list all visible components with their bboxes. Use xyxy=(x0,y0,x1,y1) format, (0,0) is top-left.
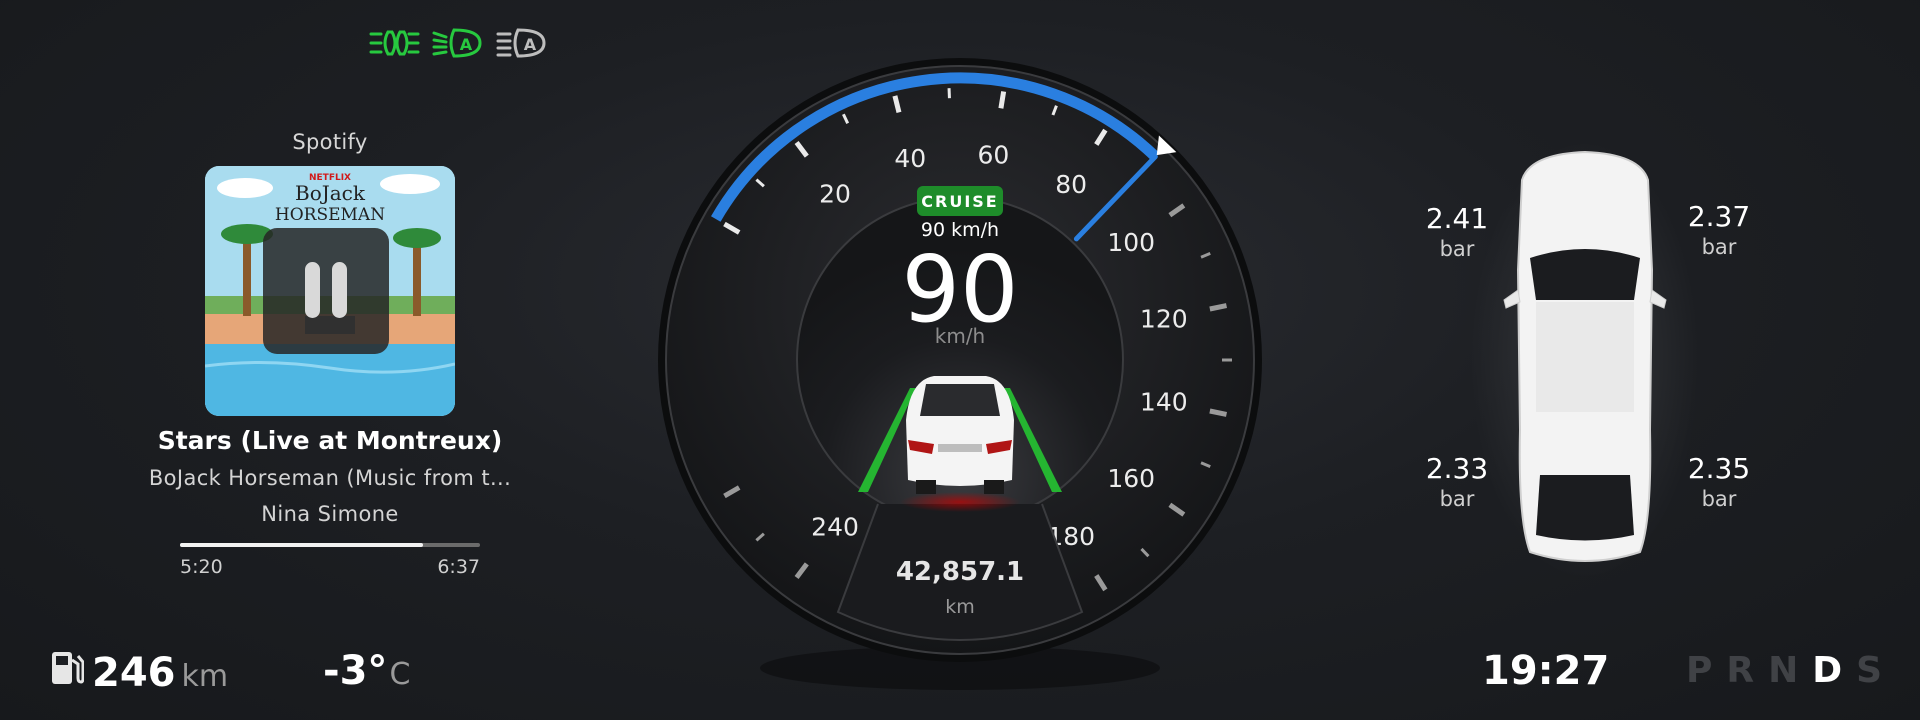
speed-tick xyxy=(998,91,1007,109)
speed-tick-label: 120 xyxy=(1140,304,1188,333)
speedometer: 20406080100120140160180200220240 CRUISE … xyxy=(658,58,1262,690)
pause-icon xyxy=(305,262,320,318)
album-title: BoJack Horseman (Music from t... xyxy=(148,466,512,490)
track-title: Stars (Live at Montreux) xyxy=(157,426,503,455)
range-value: 246 xyxy=(92,650,176,696)
speed-tick-label: 60 xyxy=(977,141,1009,170)
playback-progress-fill xyxy=(180,543,423,547)
cruise-label: CRUISE xyxy=(921,192,998,211)
album-art-title-1: BoJack xyxy=(295,181,366,205)
clock: 19:27 xyxy=(1482,648,1610,694)
pause-icon-bar xyxy=(332,262,347,318)
total-time: 6:37 xyxy=(437,556,480,578)
speed-tick-label: 20 xyxy=(819,180,851,209)
speed-tick-label: 240 xyxy=(811,512,859,541)
album-art[interactable]: NETFLIX BoJack HORSEMAN xyxy=(205,166,455,416)
gear-s: S xyxy=(1856,650,1883,691)
svg-text:A: A xyxy=(460,35,473,54)
media-player: Spotify NETFLIX BoJack HORSEMAN Stars (L… xyxy=(135,130,525,578)
lamp-indicators: A A xyxy=(368,26,548,64)
gear-p: P xyxy=(1686,650,1713,691)
temperature-value: -3° xyxy=(323,648,388,694)
speed-tick-label: 40 xyxy=(894,144,926,173)
outside-temperature: -3° C xyxy=(323,648,410,694)
pause-button[interactable] xyxy=(263,228,389,354)
car-top-view xyxy=(1470,140,1700,580)
range-display: 246 km xyxy=(50,648,228,696)
low-beam-headlight-icon xyxy=(369,30,420,56)
svg-text:A: A xyxy=(524,35,537,54)
album-art-title-2: HORSEMAN xyxy=(275,205,385,225)
temperature-unit: C xyxy=(389,657,411,692)
speed-tick-label: 100 xyxy=(1107,228,1155,257)
media-source-label: Spotify xyxy=(292,130,368,154)
artist-name: Nina Simone xyxy=(261,502,399,526)
fuel-pump-icon xyxy=(52,652,84,684)
speed-needle-tip xyxy=(1156,135,1177,156)
speed-tick-label: 80 xyxy=(1055,170,1087,199)
speed-tick xyxy=(1209,408,1228,417)
gear-d: D xyxy=(1812,650,1843,691)
auto-high-beam-icon: A xyxy=(432,28,482,58)
car-rear-view xyxy=(906,376,1014,494)
speed-tick-label: 160 xyxy=(1107,464,1155,493)
odometer-value: 42,857.1 xyxy=(896,557,1024,587)
playback-progress-bar[interactable] xyxy=(180,543,480,547)
speed-unit: km/h xyxy=(935,324,985,348)
odometer-unit: km xyxy=(945,596,975,618)
elapsed-time: 5:20 xyxy=(180,556,223,578)
gear-selector: P R N D S xyxy=(1686,650,1882,691)
range-unit: km xyxy=(181,659,229,694)
speed-tick xyxy=(1209,303,1228,312)
gear-n: N xyxy=(1768,650,1799,691)
gear-r: R xyxy=(1726,650,1755,691)
auto-headlight-icon: A xyxy=(496,28,546,58)
speed-tick-label: 140 xyxy=(1140,388,1188,417)
